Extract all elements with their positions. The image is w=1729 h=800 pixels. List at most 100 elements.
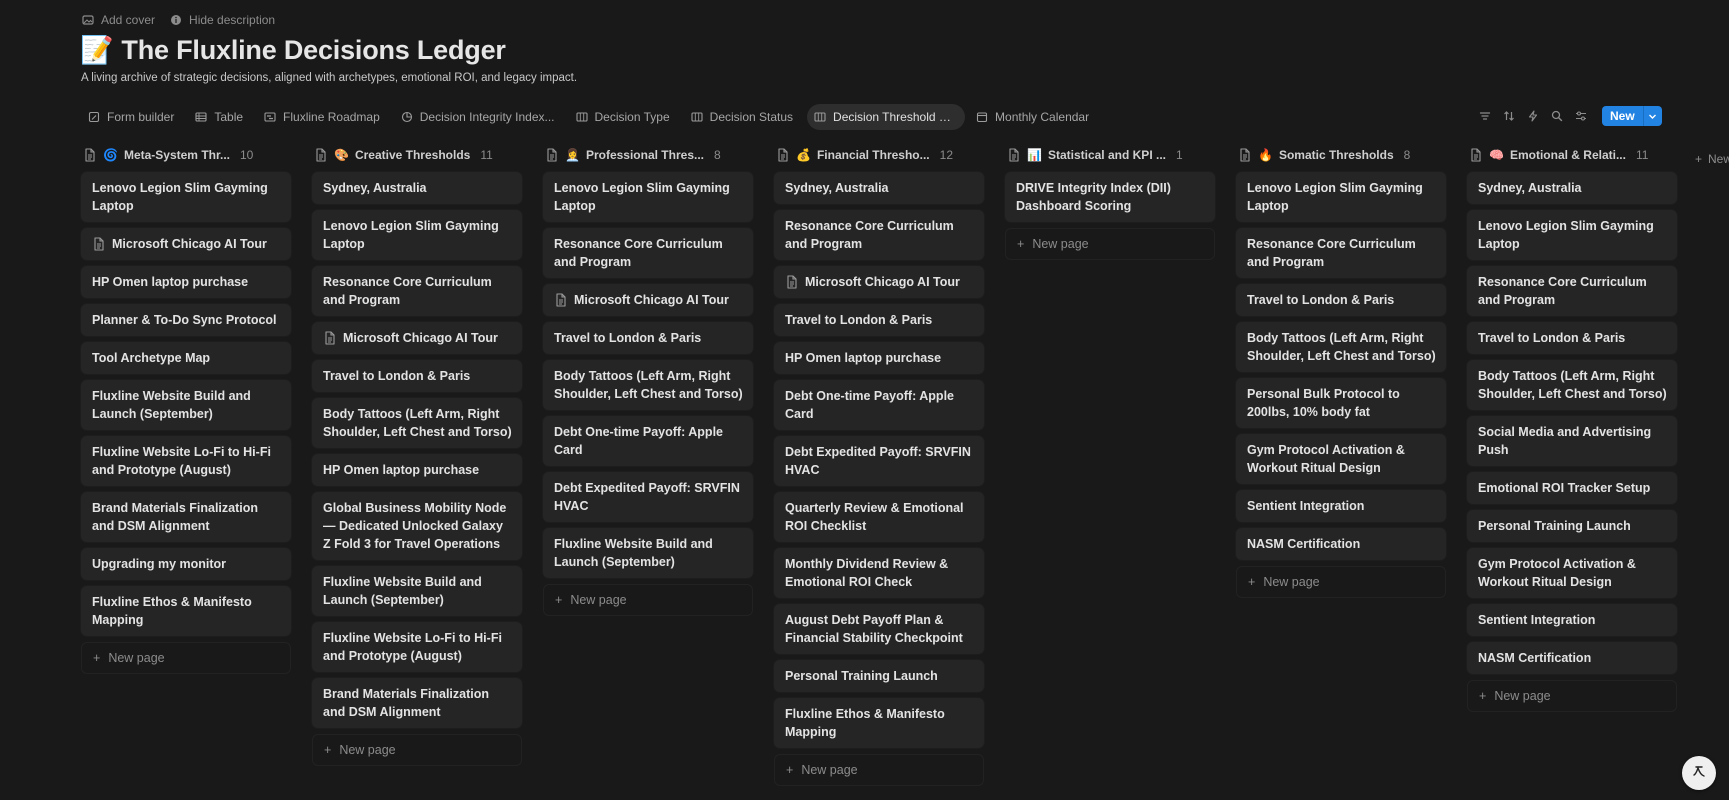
board-card[interactable]: Tool Archetype Map — [81, 342, 291, 374]
column-header[interactable]: 👩‍💼 Professional Thres... 8 — [543, 144, 753, 166]
new-page-button[interactable]: + New page — [1005, 228, 1215, 260]
new-page-button[interactable]: + New page — [1236, 566, 1446, 598]
board-card[interactable]: Debt Expedited Payoff: SRVFIN HVAC — [543, 472, 753, 522]
board-card[interactable]: Sydney, Australia — [1467, 172, 1677, 204]
filter-icon[interactable] — [1476, 107, 1494, 125]
column-header[interactable]: 🧠 Emotional & Relati... 11 — [1467, 144, 1677, 166]
new-page-button[interactable]: + New page — [312, 734, 522, 766]
board-card[interactable]: Resonance Core Curriculum and Program — [312, 266, 522, 316]
board-card[interactable]: Resonance Core Curriculum and Program — [1467, 266, 1677, 316]
sort-icon[interactable] — [1500, 107, 1518, 125]
board-card[interactable]: Travel to London & Paris — [543, 322, 753, 354]
board-card[interactable]: Travel to London & Paris — [312, 360, 522, 392]
column-title: Statistical and KPI ... — [1047, 148, 1166, 162]
board-card[interactable]: Global Business Mobility Node — Dedicate… — [312, 492, 522, 560]
board-card[interactable]: Monthly Dividend Review & Emotional ROI … — [774, 548, 984, 598]
board-card[interactable]: Brand Materials Finalization and DSM Ali… — [81, 492, 291, 542]
add-cover-button[interactable]: Add cover — [81, 13, 155, 27]
new-page-button[interactable]: + New page — [1467, 680, 1677, 712]
page-description[interactable]: A living archive of strategic decisions,… — [81, 72, 577, 84]
new-page-button[interactable]: + New page — [774, 754, 984, 786]
board-card[interactable]: Microsoft Chicago AI Tour — [81, 228, 291, 260]
new-page-button[interactable]: + New page — [81, 642, 291, 674]
card-content: Resonance Core Curriculum and Program — [785, 217, 974, 253]
tab-table[interactable]: Table — [188, 104, 253, 130]
board-card[interactable]: Fluxline Website Lo-Fi to Hi-Fi and Prot… — [81, 436, 291, 486]
board-card[interactable]: Personal Bulk Protocol to 200lbs, 10% bo… — [1236, 378, 1446, 428]
column-header[interactable]: 🎨 Creative Thresholds 11 — [312, 144, 522, 166]
board-card[interactable]: Microsoft Chicago AI Tour — [312, 322, 522, 354]
board-card[interactable]: Travel to London & Paris — [774, 304, 984, 336]
board-card[interactable]: Resonance Core Curriculum and Program — [543, 228, 753, 278]
add-group-button[interactable]: + New — [1695, 152, 1729, 166]
board-card[interactable]: Fluxline Ethos & Manifesto Mapping — [81, 586, 291, 636]
board-card[interactable]: Fluxline Website Build and Launch (Septe… — [81, 380, 291, 430]
board-card[interactable]: Debt One-time Payoff: Apple Card — [774, 380, 984, 430]
board-card[interactable]: Gym Protocol Activation & Workout Ritual… — [1467, 548, 1677, 598]
board-card[interactable]: Personal Training Launch — [774, 660, 984, 692]
board-card[interactable]: Travel to London & Paris — [1236, 284, 1446, 316]
board-card[interactable]: Body Tattoos (Left Arm, Right Shoulder, … — [543, 360, 753, 410]
new-page-button[interactable]: + New page — [543, 584, 753, 616]
board-card[interactable]: HP Omen laptop purchase — [774, 342, 984, 374]
board-card[interactable]: DRIVE Integrity Index (DII) Dashboard Sc… — [1005, 172, 1215, 222]
board-card[interactable]: August Debt Payoff Plan & Financial Stab… — [774, 604, 984, 654]
board-card[interactable]: Quarterly Review & Emotional ROI Checkli… — [774, 492, 984, 542]
help-button[interactable] — [1682, 756, 1716, 790]
board-card[interactable]: Sentient Integration — [1467, 604, 1677, 636]
board-card[interactable]: Body Tattoos (Left Arm, Right Shoulder, … — [1236, 322, 1446, 372]
tab-decision-status[interactable]: Decision Status — [684, 104, 803, 130]
board-card[interactable]: Microsoft Chicago AI Tour — [543, 284, 753, 316]
board-card[interactable]: NASM Certification — [1467, 642, 1677, 674]
board-card[interactable]: Travel to London & Paris — [1467, 322, 1677, 354]
board-card[interactable]: Emotional ROI Tracker Setup — [1467, 472, 1677, 504]
board-card[interactable]: Fluxline Website Build and Launch (Septe… — [312, 566, 522, 616]
board-card[interactable]: Lenovo Legion Slim Gayming Laptop — [543, 172, 753, 222]
tab-decision-threshold-fre[interactable]: Decision Threshold Fre... — [807, 104, 966, 130]
board-card[interactable]: Debt One-time Payoff: Apple Card — [543, 416, 753, 466]
column-header[interactable]: 🔥 Somatic Thresholds 8 — [1236, 144, 1446, 166]
board-card[interactable]: NASM Certification — [1236, 528, 1446, 560]
board-card[interactable]: Planner & To-Do Sync Protocol — [81, 304, 291, 336]
board-card[interactable]: Lenovo Legion Slim Gayming Laptop — [81, 172, 291, 222]
tab-fluxline-roadmap[interactable]: Fluxline Roadmap — [257, 104, 390, 130]
card-title: Fluxline Website Build and Launch (Septe… — [92, 389, 251, 421]
board-card[interactable]: Debt Expedited Payoff: SRVFIN HVAC — [774, 436, 984, 486]
page-emoji-icon[interactable]: 📝 — [80, 34, 114, 66]
board-card[interactable]: Sentient Integration — [1236, 490, 1446, 522]
column-header[interactable]: 📊 Statistical and KPI ... 1 — [1005, 144, 1215, 166]
board-card[interactable]: HP Omen laptop purchase — [312, 454, 522, 486]
board-card[interactable]: Body Tattoos (Left Arm, Right Shoulder, … — [312, 398, 522, 448]
board-card[interactable]: Sydney, Australia — [312, 172, 522, 204]
board-card[interactable]: Fluxline Ethos & Manifesto Mapping — [774, 698, 984, 748]
tab-monthly-calendar[interactable]: Monthly Calendar — [969, 104, 1099, 130]
board-card[interactable]: Sydney, Australia — [774, 172, 984, 204]
board-card[interactable]: Lenovo Legion Slim Gayming Laptop — [1467, 210, 1677, 260]
board-card[interactable]: Fluxline Website Build and Launch (Septe… — [543, 528, 753, 578]
new-dropdown-chevron-icon[interactable] — [1642, 106, 1662, 126]
board-card[interactable]: Microsoft Chicago AI Tour — [774, 266, 984, 298]
board-card[interactable]: Brand Materials Finalization and DSM Ali… — [312, 678, 522, 728]
board-card[interactable]: Gym Protocol Activation & Workout Ritual… — [1236, 434, 1446, 484]
board-card[interactable]: Lenovo Legion Slim Gayming Laptop — [312, 210, 522, 260]
hide-description-button[interactable]: Hide description — [169, 13, 275, 27]
board-card[interactable]: Fluxline Website Lo-Fi to Hi-Fi and Prot… — [312, 622, 522, 672]
tab-form-builder[interactable]: Form builder — [81, 104, 184, 130]
lightning-icon[interactable] — [1524, 107, 1542, 125]
board-card[interactable]: Lenovo Legion Slim Gayming Laptop — [1236, 172, 1446, 222]
column-header[interactable]: 💰 Financial Thresho... 12 — [774, 144, 984, 166]
settings-sliders-icon[interactable] — [1572, 107, 1590, 125]
board-card[interactable]: Personal Training Launch — [1467, 510, 1677, 542]
board-card[interactable]: Resonance Core Curriculum and Program — [774, 210, 984, 260]
board-card[interactable]: Social Media and Advertising Push — [1467, 416, 1677, 466]
tab-decision-type[interactable]: Decision Type — [569, 104, 680, 130]
board-card[interactable]: Resonance Core Curriculum and Program — [1236, 228, 1446, 278]
tab-decision-integrity-index[interactable]: Decision Integrity Index... — [394, 104, 565, 130]
page-title[interactable]: 📝 The Fluxline Decisions Ledger — [80, 34, 506, 66]
new-button[interactable]: New — [1602, 106, 1643, 126]
board-card[interactable]: Upgrading my monitor — [81, 548, 291, 580]
column-header[interactable]: 🌀 Meta-System Thr... 10 — [81, 144, 291, 166]
search-icon[interactable] — [1548, 107, 1566, 125]
board-card[interactable]: HP Omen laptop purchase — [81, 266, 291, 298]
board-card[interactable]: Body Tattoos (Left Arm, Right Shoulder, … — [1467, 360, 1677, 410]
